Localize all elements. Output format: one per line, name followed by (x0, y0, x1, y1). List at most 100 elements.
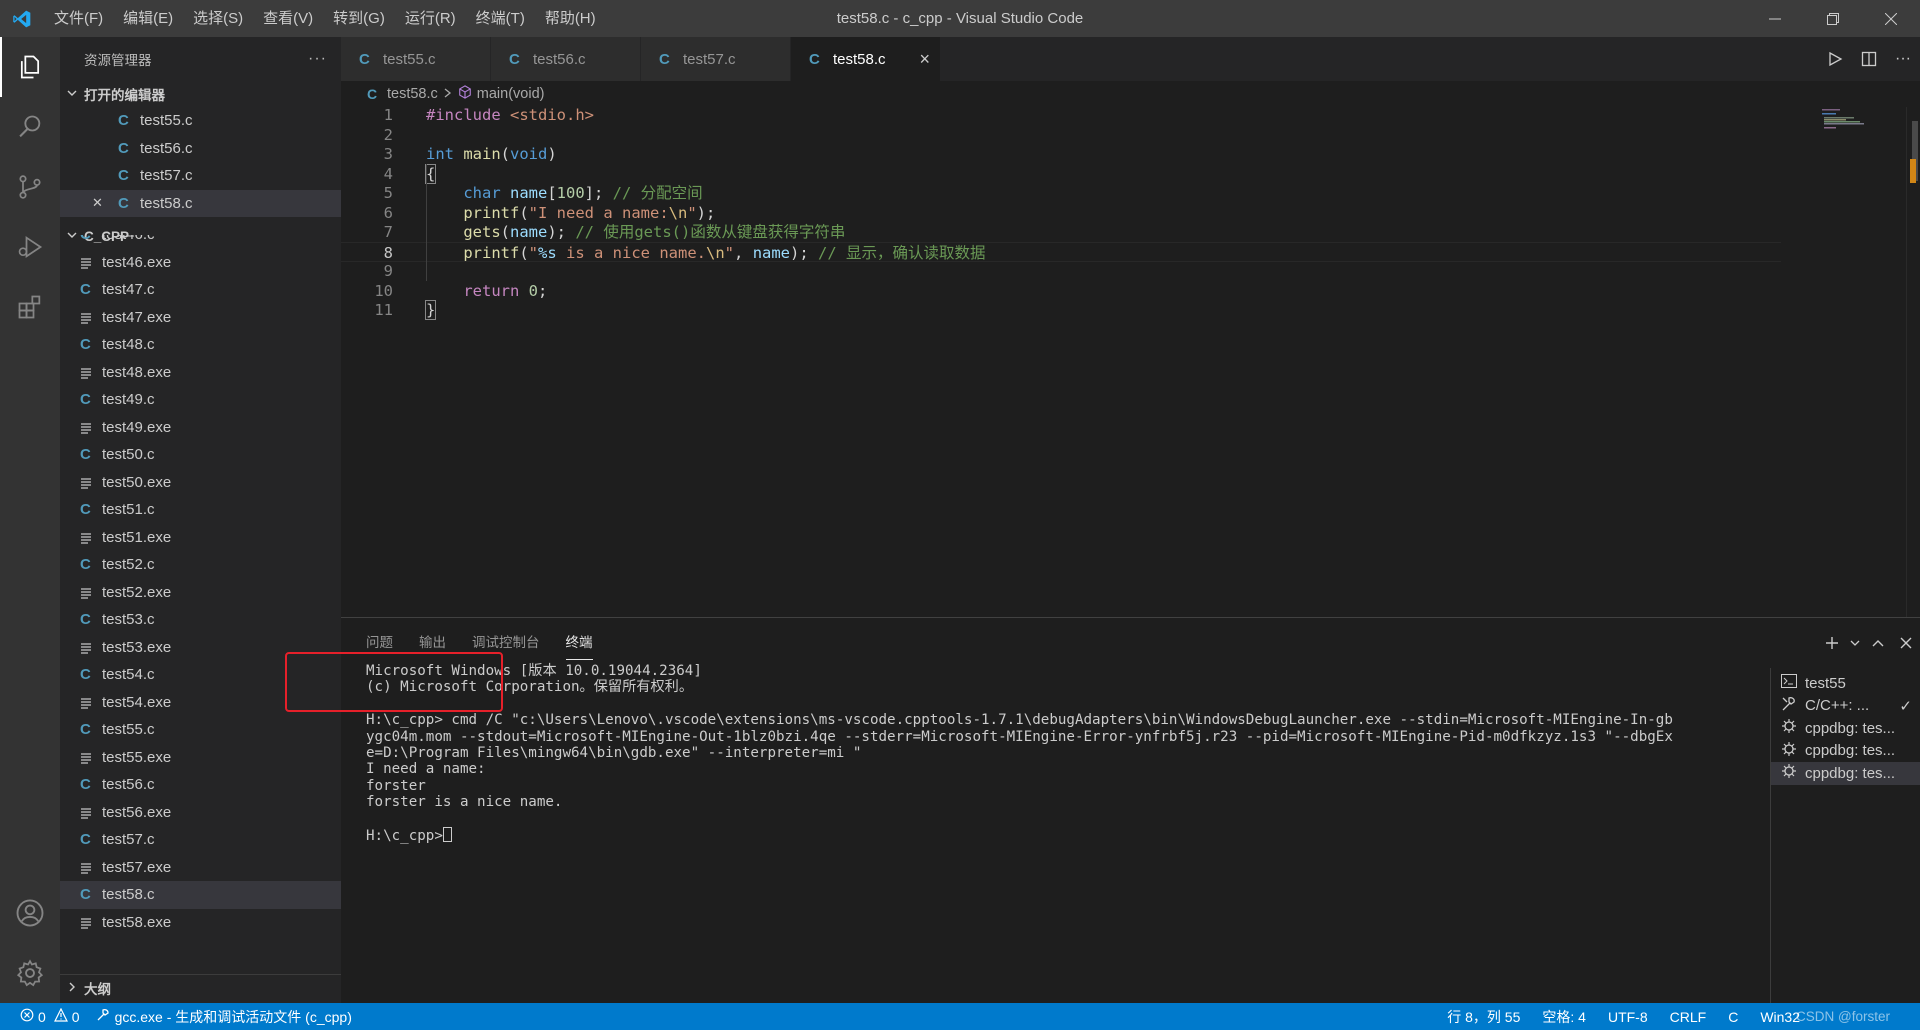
code-line[interactable]: 1 #include <stdio.h> (341, 105, 1781, 125)
menu-item[interactable]: 查看(V) (253, 0, 323, 37)
file-tree-item[interactable]: test52.exe (60, 579, 341, 607)
end-of-line[interactable]: CRLF (1670, 1009, 1707, 1025)
file-tree-item[interactable]: Ctest57.c (60, 826, 341, 854)
menu-item[interactable]: 文件(F) (44, 0, 113, 37)
menu-item[interactable]: 转到(G) (323, 0, 395, 37)
file-tree-item[interactable]: Ctest55.c (60, 716, 341, 744)
file-tree-item[interactable]: Ctest58.c (60, 881, 341, 909)
run-file-icon[interactable] (1818, 37, 1852, 81)
more-actions-button[interactable]: ··· (308, 50, 327, 68)
indentation[interactable]: 空格: 4 (1542, 1007, 1586, 1027)
terminal-list-item[interactable]: cppdbg: tes... (1771, 762, 1920, 785)
panel-tab[interactable]: 终端 (565, 628, 593, 660)
file-tree-item[interactable]: Ctest47.c (60, 276, 341, 304)
terminal-list-item[interactable]: test55 (1771, 672, 1920, 695)
warning-count: 0 (71, 1008, 80, 1025)
settings-gear-icon[interactable] (0, 943, 60, 1003)
c-file-icon: C (80, 721, 91, 739)
problems-status[interactable]: 0 0 (20, 1007, 80, 1025)
editor-scrollbar[interactable] (1906, 107, 1920, 617)
close-panel-icon[interactable] (1892, 618, 1920, 668)
search-icon[interactable] (0, 97, 60, 157)
encoding[interactable]: UTF-8 (1608, 1009, 1648, 1025)
file-tree-item[interactable]: Ctest52.c (60, 551, 341, 579)
language-mode[interactable]: C (1728, 1009, 1738, 1025)
file-tree-item[interactable]: test56.exe (60, 799, 341, 827)
file-tree-item[interactable]: test50.exe (60, 469, 341, 497)
cursor-position[interactable]: 行 8，列 55 (1447, 1007, 1520, 1027)
code-line[interactable]: 9 (341, 261, 1781, 281)
file-tree-item[interactable]: Ctest50.c (60, 441, 341, 469)
terminal-name: cppdbg: tes... (1805, 764, 1896, 782)
code-line[interactable]: 6 printf("I need a name:\n"); (341, 203, 1781, 223)
maximize-panel-icon[interactable] (1864, 618, 1892, 668)
c-file-icon: C (80, 666, 91, 684)
code-line[interactable]: 10 return 0; (341, 281, 1781, 301)
open-editor-item[interactable]: Ctest55.c (60, 107, 341, 135)
file-tree-item[interactable]: Ctest46.c (60, 235, 341, 249)
run-debug-icon[interactable] (0, 217, 60, 277)
chevron-down-icon[interactable] (1846, 618, 1864, 668)
menu-item[interactable]: 选择(S) (183, 0, 253, 37)
terminal-list-item[interactable]: cppdbg: tes... (1771, 717, 1920, 740)
open-editor-item[interactable]: Ctest57.c (60, 162, 341, 190)
tab-test58-c[interactable]: Ctest58.c × (791, 37, 941, 81)
code-line[interactable]: 5 char name[100]; // 分配空间 (341, 183, 1781, 203)
tab-test57-c[interactable]: Ctest57.c (641, 37, 791, 81)
file-tree-item[interactable]: test49.exe (60, 414, 341, 442)
file-tree-item[interactable]: Ctest56.c (60, 771, 341, 799)
extensions-icon[interactable] (0, 277, 60, 337)
minimize-button[interactable] (1746, 0, 1804, 37)
new-terminal-icon[interactable] (1818, 618, 1846, 668)
open-editors-header[interactable]: 打开的编辑器 (60, 81, 341, 107)
close-icon[interactable]: × (919, 49, 930, 70)
close-window-button[interactable] (1862, 0, 1920, 37)
breadcrumb-file[interactable]: test58.c (387, 86, 438, 102)
terminal-list-item[interactable]: cppdbg: tes... (1771, 740, 1920, 763)
code-line[interactable]: 7 gets(name); // 使用gets()函数从键盘获得字符串 (341, 222, 1781, 242)
code-line[interactable]: 11} (341, 300, 1781, 320)
menu-item[interactable]: 帮助(H) (535, 0, 606, 37)
file-tree-item[interactable]: test57.exe (60, 854, 341, 882)
build-task-status[interactable]: gcc.exe - 生成和调试活动文件 (c_cpp) (96, 1007, 352, 1027)
breadcrumb-symbol[interactable]: main(void) (477, 86, 545, 102)
split-editor-icon[interactable] (1852, 37, 1886, 81)
open-editor-item[interactable]: Ctest56.c (60, 135, 341, 163)
file-tree-item[interactable]: Ctest51.c (60, 496, 341, 524)
file-tree-item[interactable]: test46.exe (60, 249, 341, 277)
more-actions-icon[interactable]: ··· (1886, 37, 1920, 81)
code-line[interactable]: 3 int main(void) (341, 144, 1781, 164)
file-tree-item[interactable]: test58.exe (60, 909, 341, 937)
outline-header[interactable]: 大纲 (60, 974, 341, 1001)
explorer-icon[interactable] (0, 37, 60, 97)
terminal-list-item[interactable]: C/C++: ... ✓ (1771, 695, 1920, 718)
accounts-icon[interactable] (0, 883, 60, 943)
exe-file-icon (80, 804, 102, 821)
code-line[interactable]: 4{ (341, 163, 1781, 184)
open-editor-item[interactable]: ✕ Ctest58.c (60, 189, 341, 217)
tab-test55-c[interactable]: Ctest55.c (341, 37, 491, 81)
file-tree-item[interactable]: test55.exe (60, 744, 341, 772)
file-tree-item[interactable]: test51.exe (60, 524, 341, 552)
file-tree-item[interactable]: test47.exe (60, 304, 341, 332)
platform[interactable]: Win32 (1760, 1009, 1800, 1025)
file-tree-item[interactable]: Ctest49.c (60, 386, 341, 414)
terminal-name: cppdbg: tes... (1805, 742, 1896, 760)
file-tree-item[interactable]: text34.txt (60, 936, 341, 944)
menu-item[interactable]: 编辑(E) (113, 0, 183, 37)
minimap[interactable] (1822, 107, 1906, 147)
restore-button[interactable] (1804, 0, 1862, 37)
menu-item[interactable]: 终端(T) (466, 0, 535, 37)
code-line[interactable]: 8 printf("%s is a nice name.\n", name); … (341, 241, 1781, 262)
close-icon[interactable]: ✕ (92, 195, 103, 211)
code-line[interactable]: 2 (341, 125, 1781, 145)
file-tree-item[interactable]: Ctest53.c (60, 606, 341, 634)
tab-test56-c[interactable]: Ctest56.c (491, 37, 641, 81)
code-editor[interactable]: 1 #include <stdio.h> 2 3 int main(void) 4{5 c… (341, 105, 1920, 617)
file-tree-item[interactable]: test48.exe (60, 359, 341, 387)
file-name: test58.c (102, 886, 155, 904)
source-control-icon[interactable] (0, 157, 60, 217)
terminal-output[interactable]: Microsoft Windows [版本 10.0.19044.2364] (c… (366, 663, 1920, 844)
file-tree-item[interactable]: Ctest48.c (60, 331, 341, 359)
menu-item[interactable]: 运行(R) (395, 0, 466, 37)
